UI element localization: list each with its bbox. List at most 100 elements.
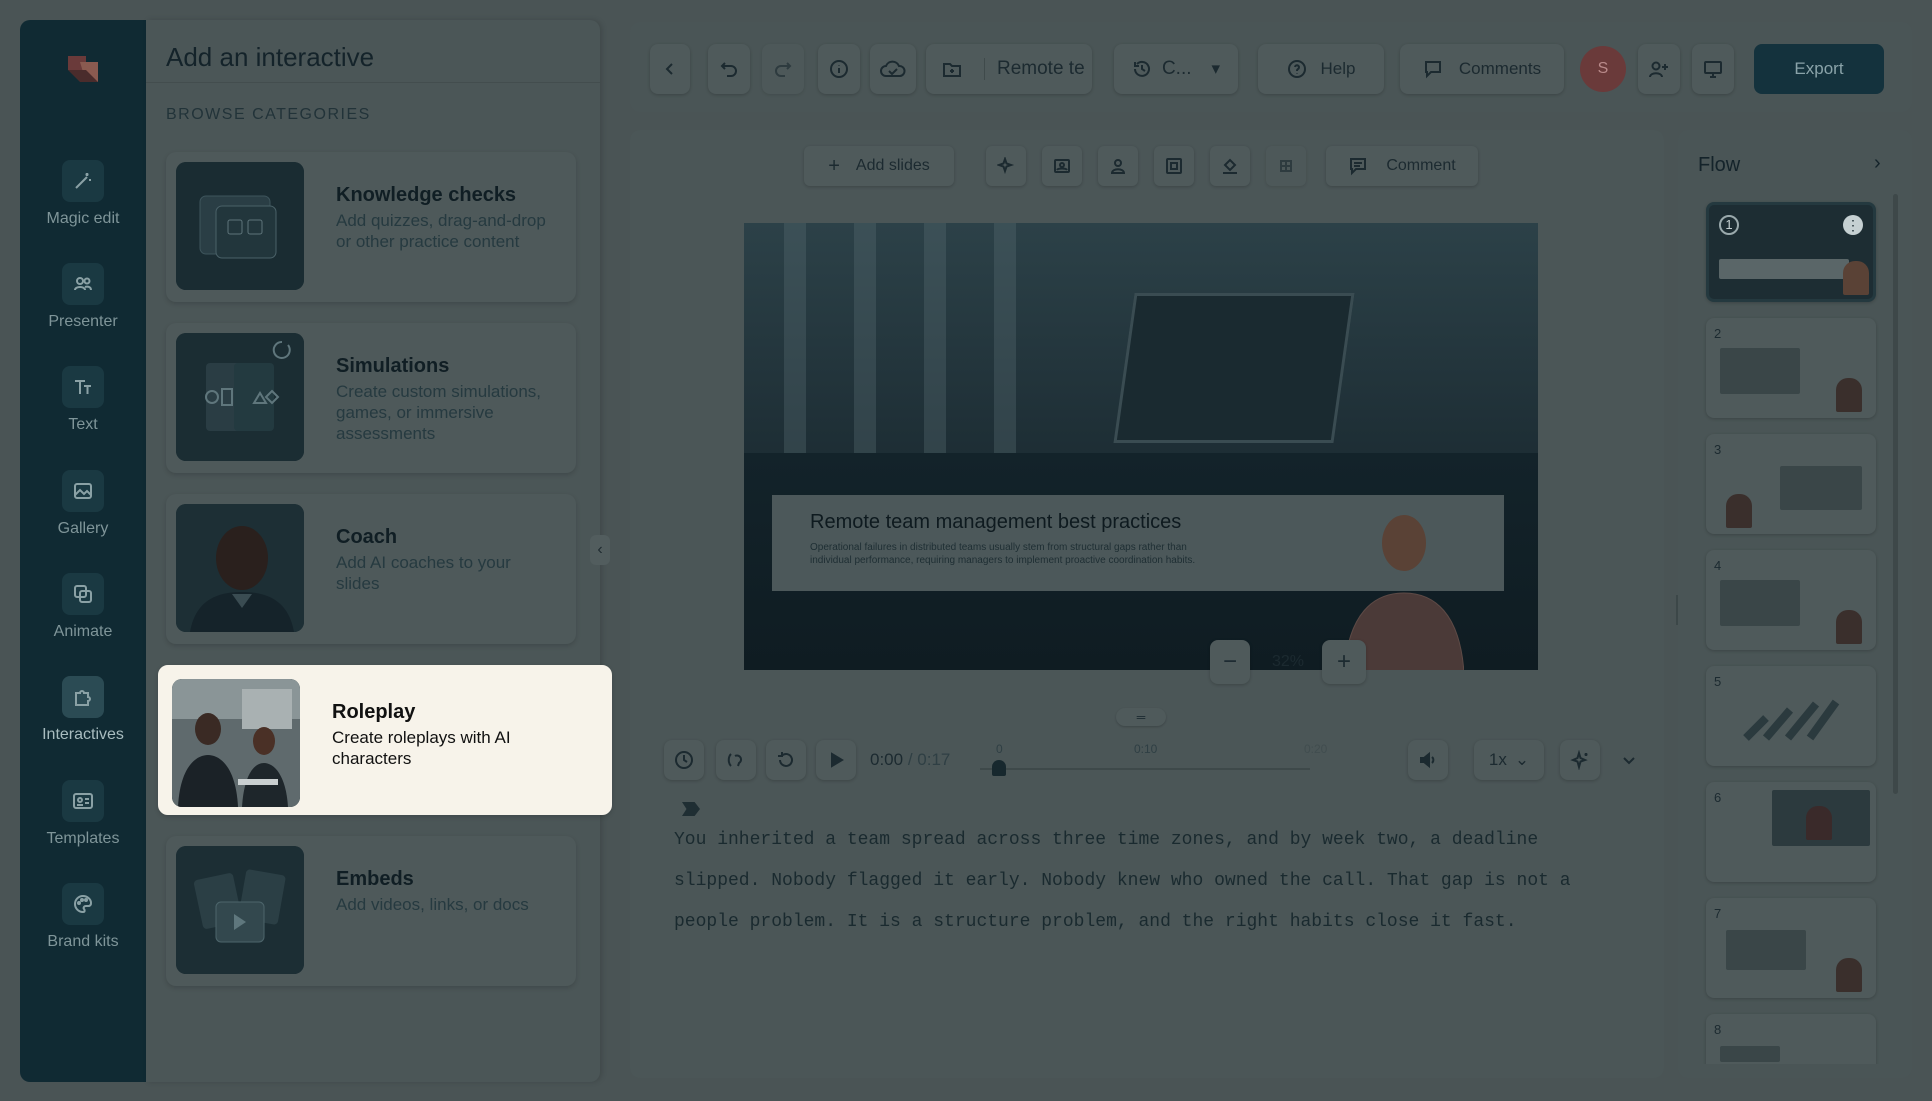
grid-button[interactable] <box>1266 146 1306 186</box>
preview-button[interactable] <box>1692 44 1734 94</box>
rail-item-gallery[interactable]: Gallery <box>20 470 146 560</box>
card-simulations[interactable]: Simulations Create custom simulations, g… <box>166 323 576 473</box>
document-title: Remote te <box>984 58 1085 80</box>
more-options-icon[interactable]: ⋮ <box>1843 215 1863 235</box>
help-button[interactable]: Help <box>1258 44 1384 94</box>
slide-number: 2 <box>1714 326 1722 341</box>
insert-avatar-button[interactable] <box>1098 146 1138 186</box>
card-roleplay[interactable]: Roleplay Create roleplays with AI charac… <box>158 665 612 815</box>
undo-button[interactable] <box>708 44 750 94</box>
frame-icon <box>1166 158 1182 174</box>
timeline-track[interactable]: 0 0:10 0:20 <box>980 738 1327 782</box>
version-label: C... <box>1161 58 1192 79</box>
slide-number: 5 <box>1714 674 1722 689</box>
insert-media-button[interactable] <box>1154 146 1194 186</box>
export-button[interactable]: Export <box>1754 44 1884 94</box>
thumb-banner <box>1719 259 1849 279</box>
slide-thumb-2[interactable]: 2 <box>1706 318 1876 418</box>
panel-title: Add an interactive <box>166 42 375 72</box>
cloud-icon <box>880 60 906 77</box>
comment-button[interactable]: Comment <box>1326 146 1478 186</box>
thumb-figure <box>1726 494 1752 528</box>
document-title-field[interactable]: Remote te <box>926 44 1092 94</box>
share-button[interactable] <box>1638 44 1680 94</box>
thumb-content <box>1720 1046 1780 1062</box>
slide-number: 6 <box>1714 790 1722 805</box>
decor <box>854 223 876 453</box>
volume-button[interactable] <box>1408 740 1448 780</box>
script-marker-icon <box>682 802 700 816</box>
redo-button[interactable] <box>762 44 804 94</box>
person-icon <box>1110 159 1126 174</box>
slide-thumb-4[interactable]: 4 <box>1706 550 1876 650</box>
add-slides-button[interactable]: + Add slides <box>804 146 954 186</box>
help-icon <box>1287 60 1306 78</box>
chevron-right-icon[interactable]: › <box>1874 152 1881 175</box>
slide-thumb-3[interactable]: 3 <box>1706 434 1876 534</box>
slide-thumb-7[interactable]: 7 <box>1706 898 1876 998</box>
flow-panel: Flow › 1 ⋮ 2 3 4 5 6 7 8 <box>1678 130 1912 1078</box>
card-coach[interactable]: Coach Add AI coaches to your slides <box>166 494 576 644</box>
ai-voice-button[interactable] <box>1560 740 1600 780</box>
play-button[interactable] <box>816 740 856 780</box>
collapse-panel-button[interactable]: ‹ <box>590 535 610 565</box>
back-button[interactable] <box>650 44 690 94</box>
thumb-figure <box>1836 610 1862 644</box>
rail-label: Text <box>68 416 98 433</box>
slide-thumb-5[interactable]: 5 <box>1706 666 1876 766</box>
plus-icon: + <box>828 154 840 177</box>
expand-timeline-button[interactable] <box>1614 740 1644 780</box>
info-button[interactable] <box>818 44 860 94</box>
time-current: 0:00 <box>870 750 904 769</box>
card-description: Add AI coaches to your slides <box>336 553 511 593</box>
folder-icon <box>943 63 961 77</box>
divider <box>146 82 600 83</box>
flow-title: Flow <box>1698 154 1741 176</box>
voice-button[interactable] <box>716 740 756 780</box>
script-text[interactable]: You inherited a team spread across three… <box>674 820 1634 943</box>
monitor-icon <box>1704 61 1722 78</box>
scrollbar[interactable] <box>1893 194 1898 794</box>
timing-button[interactable] <box>664 740 704 780</box>
timeline-line <box>980 768 1310 770</box>
comment-label: Comment <box>1386 157 1456 174</box>
replay-button[interactable] <box>766 740 806 780</box>
card-title: Knowledge checks <box>336 184 517 206</box>
insert-image-button[interactable] <box>1042 146 1082 186</box>
history-icon <box>1133 60 1150 77</box>
rail-item-text[interactable]: Text <box>20 366 146 456</box>
rail-item-brand-kits[interactable]: Brand kits <box>20 883 146 973</box>
slide-canvas[interactable]: Remote team management best practices Op… <box>744 223 1538 670</box>
version-history-dropdown[interactable]: C... ▾ <box>1114 44 1238 94</box>
zoom-in-button[interactable]: + <box>1322 640 1366 684</box>
slide-thumb-8[interactable]: 8 <box>1706 1014 1876 1064</box>
background-fill-button[interactable] <box>1210 146 1250 186</box>
rail-item-presenter[interactable]: Presenter <box>20 263 146 353</box>
tick-label: 0:20 <box>1304 742 1328 756</box>
add-slides-label: Add slides <box>855 157 930 174</box>
cloud-save-button[interactable] <box>870 44 916 94</box>
card-title: Roleplay <box>332 701 416 723</box>
thumb-content <box>1726 930 1806 970</box>
comments-button[interactable]: Comments <box>1400 44 1564 94</box>
slide-thumb-6[interactable]: 6 <box>1706 782 1876 882</box>
rail-label: Brand kits <box>47 933 119 950</box>
avatar[interactable]: S <box>1580 46 1626 92</box>
rail-item-interactives[interactable]: Interactives <box>20 676 146 766</box>
ai-tool-button[interactable] <box>986 146 1026 186</box>
rail-item-magic-edit[interactable]: Magic edit <box>20 160 146 250</box>
playback-speed-dropdown[interactable]: 1x ⌄ <box>1474 740 1544 780</box>
clock-icon <box>675 751 693 769</box>
rail-item-animate[interactable]: Animate <box>20 573 146 663</box>
card-embeds[interactable]: Embeds Add videos, links, or docs <box>166 836 576 986</box>
palette-icon <box>62 883 104 925</box>
rail-item-templates[interactable]: Templates <box>20 780 146 870</box>
playhead[interactable] <box>992 760 1006 776</box>
slide-thumb-1[interactable]: 1 ⋮ <box>1706 202 1876 302</box>
comment-icon <box>1350 158 1367 176</box>
replay-icon <box>778 752 793 767</box>
zoom-out-button[interactable]: − <box>1210 640 1250 684</box>
panel-resize-handle[interactable]: ═ <box>1116 708 1166 726</box>
tick-label: 0 <box>996 742 1003 756</box>
card-knowledge-checks[interactable]: Knowledge checks Add quizzes, drag-and-d… <box>166 152 576 302</box>
